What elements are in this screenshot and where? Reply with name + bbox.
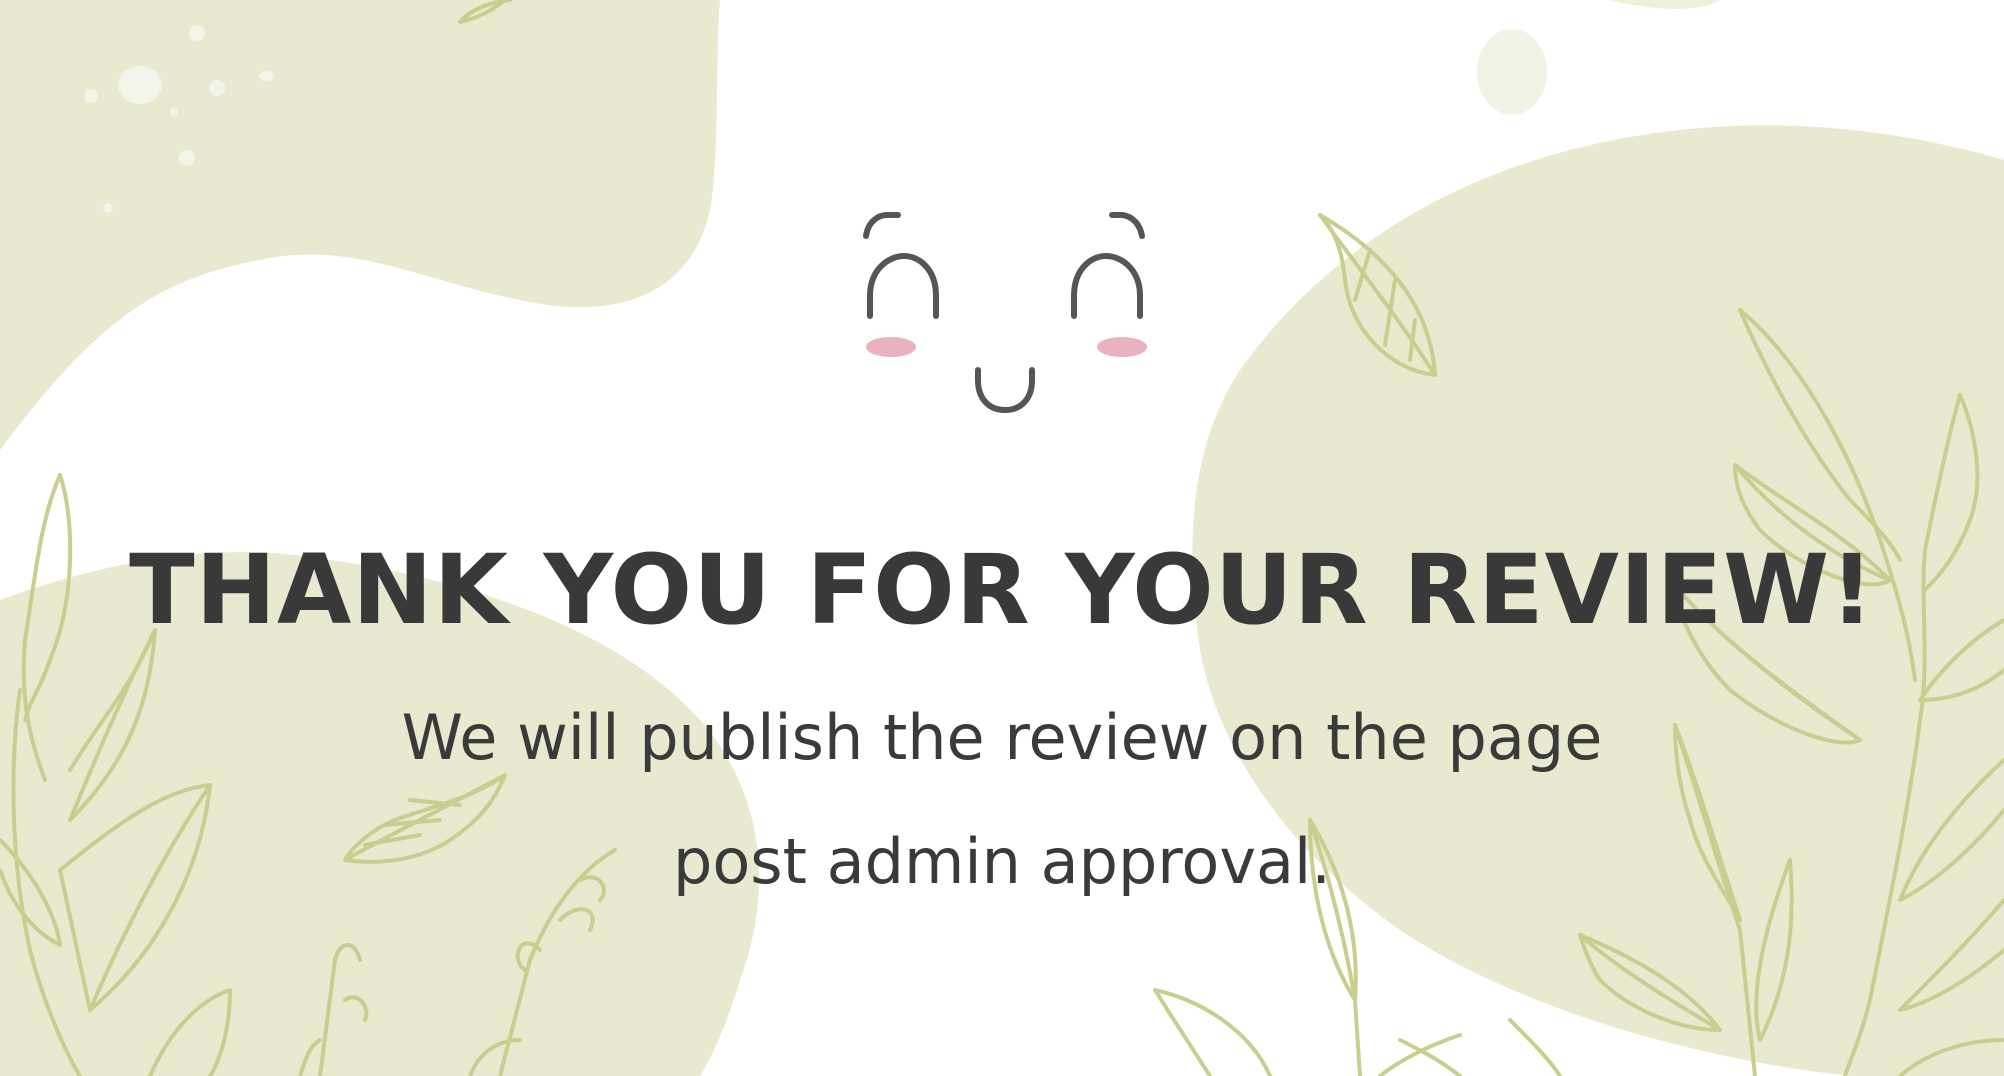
right-eye — [1071, 252, 1143, 319]
top-right-blob-sliver — [1610, 0, 1720, 9]
thank-you-heading: THANK YOU FOR YOUR REVIEW! — [129, 534, 1875, 646]
publish-note-line-2: post admin approval. — [673, 825, 1331, 898]
right-blush — [1097, 337, 1147, 357]
left-eyebrow — [863, 211, 901, 239]
smiling-face-icon — [863, 211, 1147, 414]
right-eyebrow — [1109, 212, 1145, 239]
mouth — [975, 367, 1035, 414]
top-left-blob — [0, 0, 720, 450]
left-eye — [867, 252, 939, 319]
small-blob — [1477, 29, 1547, 115]
publish-note-line-1: We will publish the review on the page — [401, 701, 1603, 774]
left-blush — [866, 337, 916, 357]
thank-you-screen: THANK YOU FOR YOUR REVIEW! We will publi… — [0, 0, 2004, 1076]
